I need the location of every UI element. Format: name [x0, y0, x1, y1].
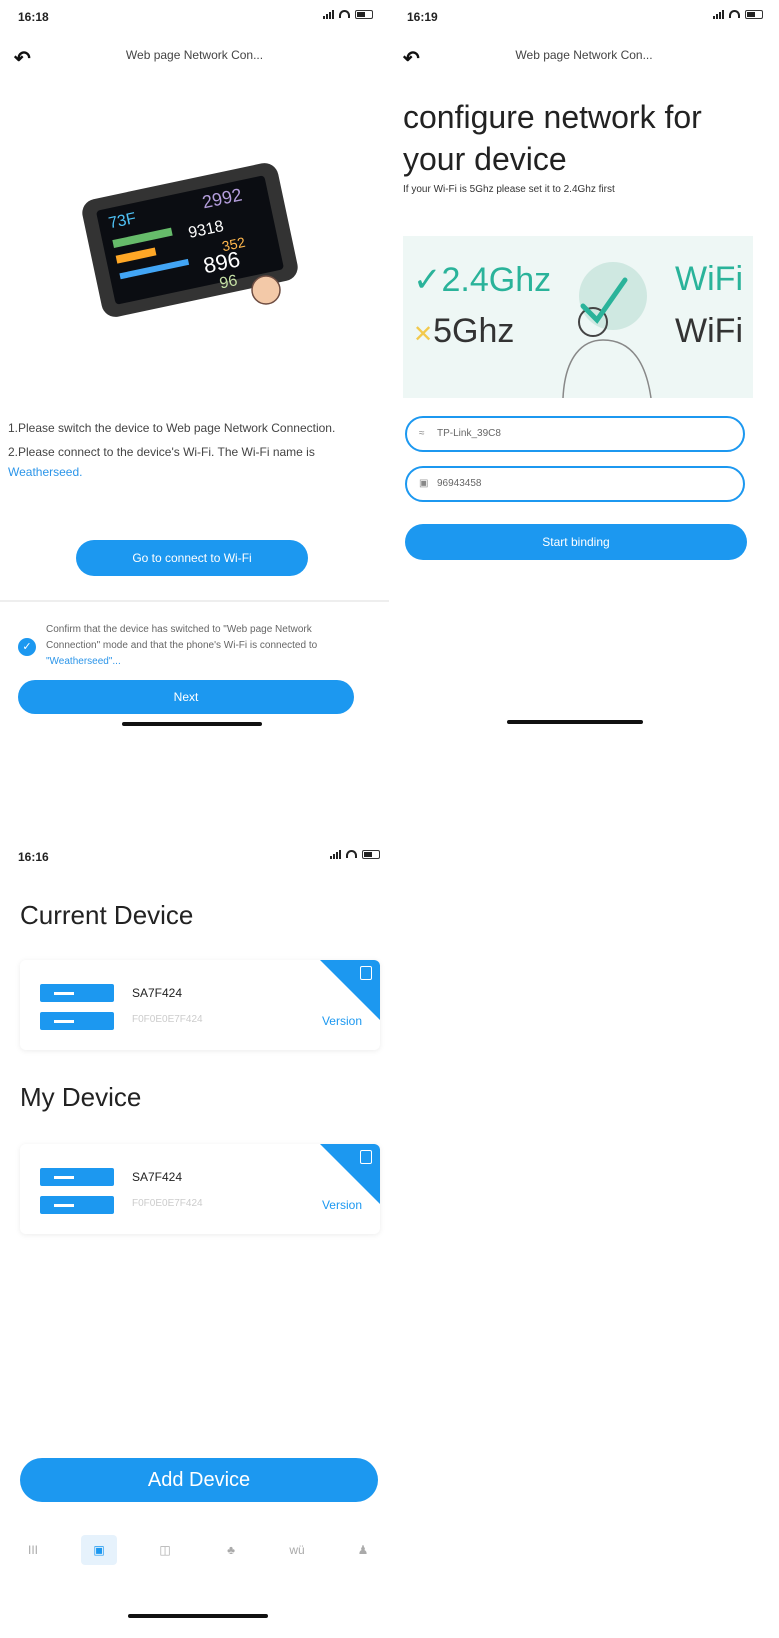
next-button[interactable]: Next: [18, 680, 354, 714]
copy-icon[interactable]: [360, 966, 372, 980]
status-icons: [330, 849, 380, 859]
bad-wifi-label: WiFi: [675, 312, 743, 350]
band-note: If your Wi-Fi is 5Ghz please set it to 2…: [403, 184, 615, 195]
device-bar-icon: [40, 984, 114, 1002]
confirm-text-body: Confirm that the device has switched to …: [46, 624, 318, 651]
instructions: 1.Please switch the device to Web page N…: [8, 418, 368, 486]
status-time: 16:16: [18, 850, 49, 864]
signal-icon: [323, 9, 334, 19]
password-field[interactable]: ▣ 96943458: [405, 466, 745, 502]
nav-bar: ↶ Web page Network Con...: [0, 40, 389, 74]
current-device-card[interactable]: SA7F424 F0F0E0E7F424 Version: [20, 960, 380, 1050]
instruction-2: 2.Please connect to the device's Wi-Fi. …: [8, 442, 368, 482]
device-name: SA7F424: [132, 1170, 183, 1184]
instruction-2-text: 2.Please connect to the device's Wi-Fi. …: [8, 445, 315, 459]
status-bar: 16:16: [0, 840, 396, 870]
wifi-icon: [339, 10, 350, 18]
current-device-title: Current Device: [20, 900, 194, 930]
confirm-text: Confirm that the device has switched to …: [46, 622, 346, 670]
ok-band-row: ✓2.4Ghz: [413, 260, 551, 300]
status-bar: 16:19: [389, 0, 779, 30]
page-title: configure network for your device: [403, 99, 702, 177]
wifi-band-banner: ✓2.4Ghz WiFi ✕5Ghz WiFi: [403, 236, 753, 398]
tab-wu-icon[interactable]: wü: [279, 1535, 315, 1565]
wifi-icon: ≈: [419, 428, 425, 439]
signal-icon: [330, 849, 341, 859]
signal-icon: [713, 9, 724, 19]
my-device-title: My Device: [20, 1082, 142, 1112]
device-bar-icon: [40, 1196, 114, 1214]
battery-icon: [355, 9, 373, 19]
instruction-1: 1.Please switch the device to Web page N…: [8, 421, 336, 435]
ssid-value: TP-Link_39C8: [437, 428, 501, 439]
device-bar-icon: [40, 1168, 114, 1186]
status-icons: [323, 9, 373, 19]
copy-icon[interactable]: [360, 1150, 372, 1164]
tab-devices-icon[interactable]: ▣: [81, 1535, 117, 1565]
home-indicator: [128, 1614, 268, 1618]
wifi-icon: [729, 10, 740, 18]
tab-dashboard-icon[interactable]: III: [15, 1535, 51, 1565]
confirm-wifi-link[interactable]: "Weatherseed"...: [46, 656, 121, 667]
start-binding-button[interactable]: Start binding: [405, 524, 747, 560]
battery-icon: [745, 9, 763, 19]
ssid-field[interactable]: ≈ TP-Link_39C8: [405, 416, 745, 452]
device-id: F0F0E0E7F424: [132, 1198, 203, 1209]
device-id: F0F0E0E7F424: [132, 1014, 203, 1025]
divider: [0, 600, 389, 602]
home-indicator: [122, 722, 262, 726]
status-icons: [713, 9, 763, 19]
readout-6: 96: [218, 272, 239, 292]
home-indicator: [507, 720, 643, 724]
device-list-screen: 16:16 Current Device SA7F424 F0F0E0E7F42…: [0, 840, 396, 1638]
weather-station-illustration: 73F 2992 9318 352 896 96: [82, 163, 298, 317]
cross-icon: ✕: [413, 321, 434, 348]
configure-network-screen: 16:19 ↶ Web page Network Con... configur…: [389, 0, 779, 790]
device-name: SA7F424: [132, 986, 183, 1000]
nav-title: Web page Network Con...: [515, 48, 653, 62]
status-time: 16:19: [407, 10, 438, 24]
status-time: 16:18: [18, 10, 49, 24]
password-value: 96943458: [437, 478, 482, 489]
check-icon: ✓: [413, 261, 442, 299]
bad-band-row: ✕5Ghz: [413, 312, 514, 351]
person-illustration: [562, 262, 652, 398]
nav-title: Web page Network Con...: [125, 48, 264, 62]
tab-plant-icon[interactable]: ♣: [213, 1535, 249, 1565]
web-page-network-screen: 16:18 ↶ Web page Network Con... 73F 2992…: [0, 0, 389, 790]
go-connect-wifi-button[interactable]: Go to connect to Wi-Fi: [76, 540, 308, 576]
status-bar: 16:18: [0, 0, 389, 30]
pointing-hand-icon: [251, 275, 281, 305]
tab-profile-icon[interactable]: ♟: [345, 1535, 381, 1565]
ok-wifi-label: WiFi: [675, 260, 743, 298]
bad-band-label: 5Ghz: [433, 312, 515, 350]
device-bar-icon: [40, 1012, 114, 1030]
tab-bar: III ▣ ◫ ♣ wü ♟: [0, 1530, 396, 1570]
nav-bar: ↶ Web page Network Con...: [389, 40, 779, 74]
my-device-card[interactable]: SA7F424 F0F0E0E7F424 Version: [20, 1144, 380, 1234]
add-device-button[interactable]: Add Device: [20, 1458, 378, 1502]
wifi-icon: [346, 850, 357, 858]
wifi-name-link[interactable]: Weatherseed.: [8, 465, 83, 479]
checkbox-checked-icon[interactable]: ✓: [18, 638, 36, 656]
battery-icon: [362, 849, 380, 859]
tab-camera-icon[interactable]: ◫: [147, 1535, 183, 1565]
lock-icon: ▣: [419, 478, 429, 489]
ok-band-label: 2.4Ghz: [441, 261, 552, 299]
